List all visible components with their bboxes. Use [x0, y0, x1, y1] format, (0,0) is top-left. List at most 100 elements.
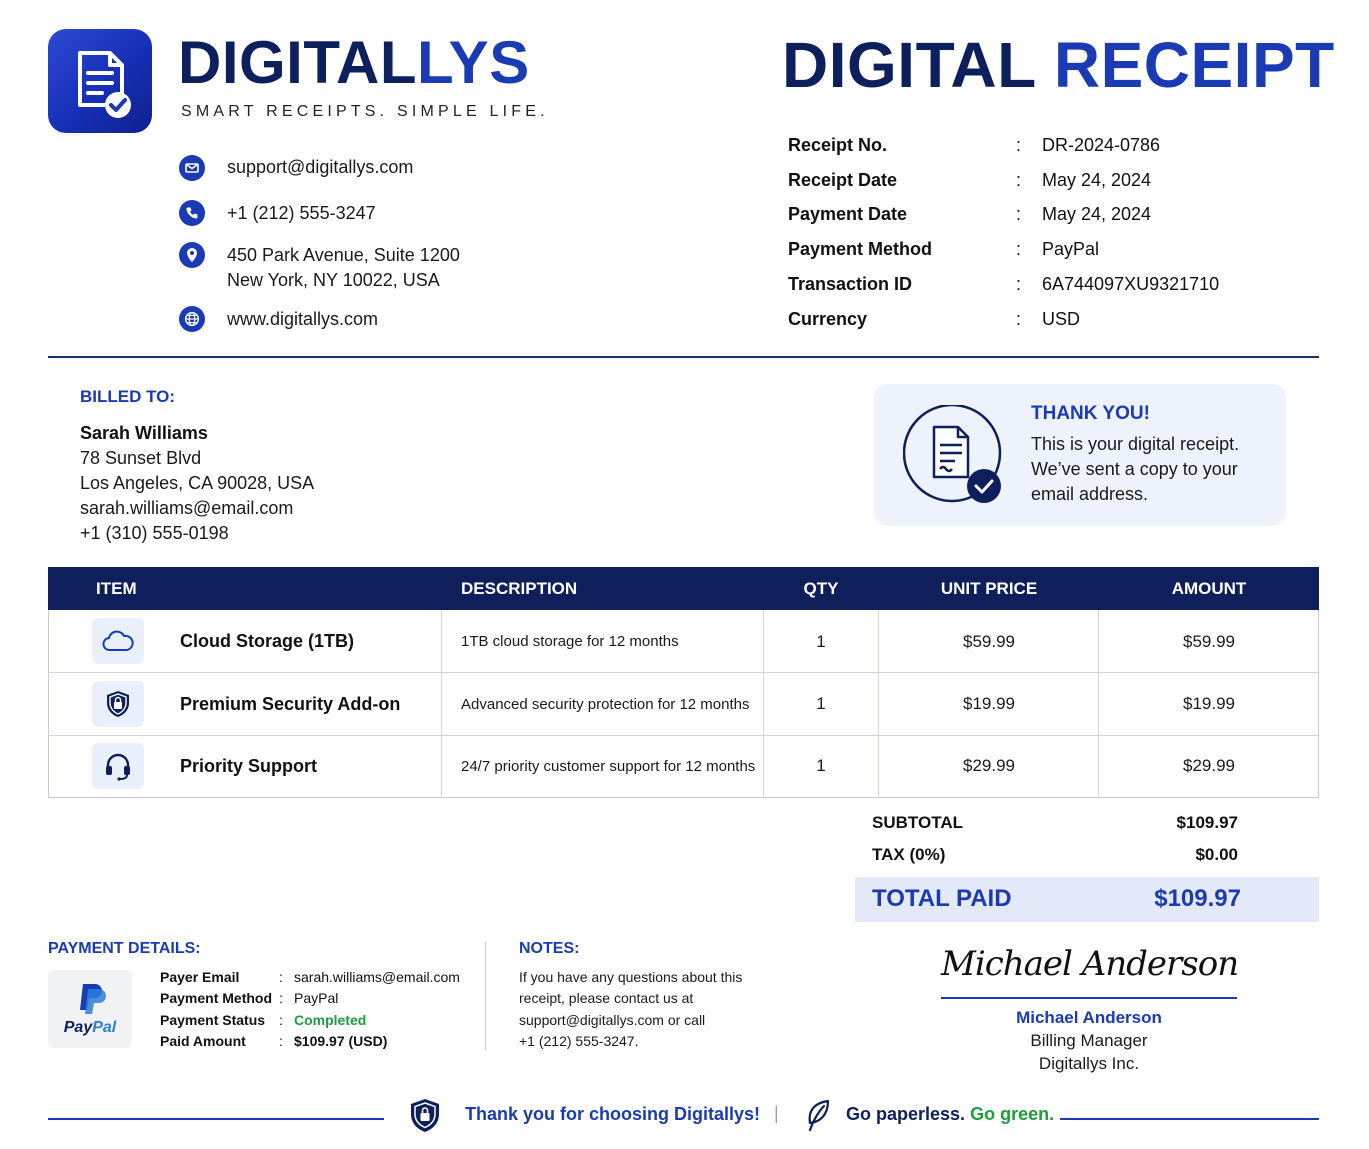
item-description: Advanced security protection for 12 mont… — [461, 696, 750, 713]
item-amount: $29.99 — [1183, 756, 1235, 775]
brand-tagline: SMART RECEIPTS. SIMPLE LIFE. — [181, 103, 549, 120]
notes-line: support@digitallys.com or call — [519, 1012, 706, 1028]
cloud-icon — [92, 618, 144, 664]
billed-to-city: Los Angeles, CA 90028, USA — [80, 473, 315, 493]
payment-method-detail-label: Payment Method — [160, 990, 273, 1006]
column-header-amount: AMOUNT — [1171, 579, 1247, 598]
section-divider — [485, 942, 486, 1050]
meta-separator: : — [1016, 239, 1022, 259]
shield-lock-icon — [92, 681, 144, 727]
footer-paperless: Go paperless. Go green. — [846, 1104, 1054, 1125]
payer-email-value[interactable]: sarah.williams@email.com — [294, 969, 460, 985]
notes-heading: NOTES: — [519, 940, 580, 957]
transaction-id-value: 6A744097XU9321710 — [1042, 274, 1220, 294]
detail-separator: : — [279, 990, 283, 1006]
item-description: 24/7 priority customer support for 12 mo… — [461, 758, 756, 775]
item-name: Premium Security Add-on — [180, 694, 401, 714]
payment-method-value: PayPal — [1042, 239, 1100, 259]
payment-date-label: Payment Date — [788, 204, 908, 224]
signer-name: Michael Anderson — [1016, 1008, 1162, 1027]
document-title-part1: DIGITAL — [782, 29, 1036, 101]
column-divider — [441, 610, 442, 798]
thank-you-title: THANK YOU! — [1031, 403, 1150, 424]
column-header-item: ITEM — [96, 579, 137, 598]
tax-value: $0.00 — [1195, 845, 1238, 864]
row-divider — [48, 672, 1319, 673]
email-icon — [179, 155, 205, 181]
detail-separator: : — [279, 1012, 283, 1028]
document-check-icon — [902, 403, 1007, 505]
item-name: Priority Support — [180, 756, 318, 776]
notes-line: receipt, please contact us at — [519, 990, 694, 1006]
signature-line — [941, 997, 1237, 999]
meta-separator: : — [1016, 135, 1022, 155]
row-divider — [48, 735, 1319, 736]
leaf-icon — [804, 1098, 832, 1132]
phone-icon — [179, 200, 205, 226]
contact-address-line1: 450 Park Avenue, Suite 1200 — [227, 245, 460, 265]
paid-amount-label: Paid Amount — [160, 1033, 246, 1049]
receipt-date-label: Receipt Date — [788, 170, 898, 190]
billed-to-name: Sarah Williams — [80, 423, 208, 443]
payment-status-value: Completed — [294, 1012, 367, 1028]
brand-logo — [48, 29, 152, 133]
item-qty: 1 — [816, 694, 826, 713]
thank-you-line1: This is your digital receipt. — [1031, 434, 1240, 454]
footer-green-text: Go green. — [970, 1104, 1055, 1124]
header-divider — [48, 356, 1319, 358]
paypal-logo: PayPal — [48, 970, 132, 1048]
total-paid-label: TOTAL PAID — [872, 885, 1012, 912]
subtotal-label: SUBTOTAL — [872, 813, 963, 832]
document-title-part2: RECEIPT — [1053, 29, 1335, 101]
payment-details-heading: PAYMENT DETAILS: — [48, 940, 201, 957]
headset-icon — [92, 743, 144, 789]
notes-line: If you have any questions about this — [519, 969, 743, 985]
column-header-description: DESCRIPTION — [461, 579, 578, 598]
contact-phone[interactable]: +1 (212) 555-3247 — [227, 201, 376, 226]
document-title: DIGITAL RECEIPT — [782, 30, 1335, 100]
billed-to-heading: BILLED TO: — [80, 387, 176, 406]
item-qty: 1 — [816, 632, 826, 651]
paypal-icon — [80, 984, 106, 1014]
billed-to-email[interactable]: sarah.williams@email.com — [80, 498, 293, 519]
thank-you-line2: We’ve sent a copy to your — [1031, 459, 1238, 479]
footer-paperless-text: Go paperless. — [846, 1104, 966, 1124]
billed-to-phone[interactable]: +1 (310) 555-0198 — [80, 523, 229, 544]
paypal-wordmark: PayPal — [48, 1019, 132, 1037]
handwritten-signature: Michael Anderson — [941, 944, 1239, 984]
meta-separator: : — [1016, 274, 1022, 294]
receipt-number-value: DR-2024-0786 — [1042, 135, 1161, 155]
column-header-qty: QTY — [803, 579, 839, 598]
meta-separator: : — [1016, 170, 1022, 190]
item-amount: $59.99 — [1183, 632, 1235, 651]
detail-separator: : — [279, 1033, 283, 1049]
item-unit-price: $19.99 — [963, 694, 1015, 713]
brand-name-part2: LYS — [417, 29, 530, 96]
item-description: 1TB cloud storage for 12 months — [461, 633, 679, 650]
paypal-wordmark-pay: Pay — [63, 1019, 93, 1036]
total-paid-value: $109.97 — [1154, 885, 1241, 912]
transaction-id-label: Transaction ID — [788, 274, 913, 294]
footer-rule-right — [1060, 1118, 1319, 1120]
notes-line: +1 (212) 555-3247. — [519, 1033, 639, 1049]
brand-name-part1: DIGITAL — [178, 29, 418, 96]
detail-separator: : — [279, 969, 283, 985]
payment-status-label: Payment Status — [160, 1012, 266, 1028]
receipt-number-label: Receipt No. — [788, 135, 888, 155]
item-amount: $19.99 — [1183, 694, 1235, 713]
paypal-wordmark-pal: Pal — [92, 1019, 117, 1036]
globe-icon — [179, 306, 205, 332]
tax-label: TAX (0%) — [872, 845, 946, 864]
payment-method-label: Payment Method — [788, 239, 933, 259]
signer-role: Billing Manager — [1030, 1031, 1148, 1050]
brand-name: DIGITALLYS — [178, 30, 530, 96]
contact-address-line2: New York, NY 10022, USA — [227, 270, 440, 290]
meta-separator: : — [1016, 309, 1022, 329]
footer-thanks: Thank you for choosing Digitallys! — [465, 1104, 761, 1124]
contact-website[interactable]: www.digitallys.com — [227, 307, 378, 332]
billed-to-street: 78 Sunset Blvd — [80, 448, 202, 468]
footer-divider: | — [774, 1103, 779, 1123]
shield-lock-icon — [408, 1097, 442, 1135]
payment-date-value: May 24, 2024 — [1042, 204, 1152, 224]
contact-email[interactable]: support@digitallys.com — [227, 155, 413, 180]
